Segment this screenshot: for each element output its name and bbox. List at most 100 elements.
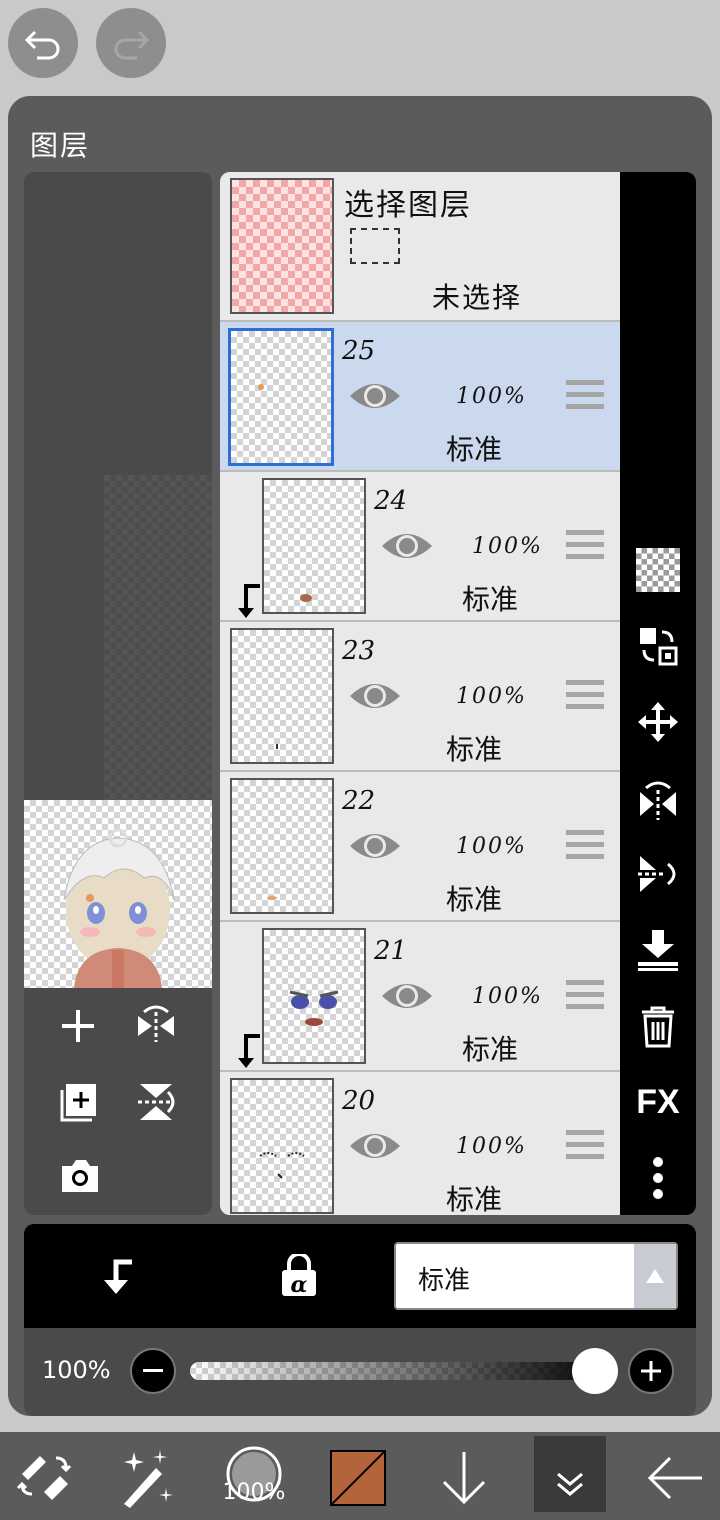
fx-button[interactable]: FX: [636, 1080, 680, 1124]
layer-row-22[interactable]: 22 100% 标准: [220, 772, 620, 922]
layer-blend-mode: 标准: [446, 733, 503, 766]
canvas-preview-column: [24, 172, 212, 1215]
more-icon: [653, 1157, 663, 1199]
drag-handle-icon[interactable]: [566, 828, 604, 862]
swap-layer-icon: [640, 628, 678, 666]
layer-opacity: 100%: [472, 984, 543, 1009]
opacity-slider-thumb[interactable]: [572, 1348, 618, 1394]
layer-name: 22: [342, 786, 376, 816]
opacity-decrease-button[interactable]: [130, 1348, 176, 1394]
transparency-button[interactable]: [636, 548, 680, 592]
layer-row-23[interactable]: 23 100% 标准: [220, 622, 620, 772]
selection-layer-row[interactable]: 选择图层 未选择: [220, 172, 620, 322]
canvas-preview[interactable]: [24, 800, 212, 988]
blend-mode-value: 标准: [418, 1266, 471, 1296]
magic-wand-button[interactable]: [116, 1448, 176, 1508]
camera-button[interactable]: [58, 1156, 102, 1196]
layer-thumbnail: [230, 778, 334, 914]
layer-row-20[interactable]: 20 100% 标准: [220, 1072, 620, 1215]
alpha-lock-icon: α: [282, 1252, 316, 1298]
layer-name: 23: [342, 636, 376, 666]
duplicate-icon: [60, 1084, 96, 1122]
undo-icon: [24, 30, 60, 60]
add-layer-button[interactable]: [58, 1006, 98, 1046]
visibility-eye-icon[interactable]: [348, 678, 402, 714]
visibility-eye-icon[interactable]: [348, 1128, 402, 1164]
flip-layer-vertical-button[interactable]: [134, 1080, 178, 1124]
layer-thumbnail: [262, 478, 366, 614]
layer-row-25[interactable]: 25 100% 标准: [220, 322, 620, 472]
selection-layer-thumbnail: [230, 178, 334, 314]
panel-title: 图层: [30, 129, 91, 162]
move-button[interactable]: [636, 700, 680, 744]
character-preview-image: [63, 828, 175, 988]
canvas-preview-backdrop: [104, 475, 212, 800]
color-swatch-button[interactable]: [330, 1450, 386, 1506]
flip-vertical-icon: [138, 1084, 175, 1120]
layer-name: 24: [374, 486, 408, 516]
layer-opacity: 100%: [456, 384, 527, 409]
layer-opacity: 100%: [456, 684, 527, 709]
clipping-button[interactable]: [96, 1254, 138, 1296]
layer-tools-sidebar: [620, 172, 696, 1215]
flip-horizontal-button[interactable]: [636, 778, 680, 822]
back-button[interactable]: [646, 1452, 704, 1504]
more-options-button[interactable]: [636, 1156, 680, 1200]
collapse-panel-button[interactable]: [534, 1436, 606, 1512]
swap-layer-button[interactable]: [636, 624, 680, 668]
layer-thumbnail-content: [276, 744, 278, 749]
redo-button[interactable]: [96, 8, 166, 78]
layer-thumbnail-content: [259, 1152, 305, 1179]
undo-button[interactable]: [8, 8, 78, 78]
scroll-down-button[interactable]: [440, 1448, 488, 1508]
checker-icon: [636, 548, 680, 592]
merge-down-button[interactable]: [636, 928, 680, 972]
blend-mode-toggle[interactable]: [634, 1244, 676, 1308]
opacity-increase-button[interactable]: [628, 1348, 674, 1394]
opacity-slider-track[interactable]: [190, 1362, 610, 1380]
drag-handle-icon[interactable]: [566, 378, 604, 412]
layer-thumbnail-content: [258, 384, 264, 390]
drag-handle-icon[interactable]: [566, 528, 604, 562]
drag-handle-icon[interactable]: [566, 978, 604, 1012]
drag-handle-icon[interactable]: [566, 678, 604, 712]
arrow-left-icon: [647, 1456, 702, 1500]
selection-layer-status: 未选择: [432, 281, 523, 314]
tool-switch-button[interactable]: [16, 1448, 72, 1504]
visibility-eye-icon[interactable]: [348, 378, 402, 414]
svg-text:α: α: [291, 1272, 308, 1298]
layer-row-21[interactable]: 21 100% 标准: [220, 922, 620, 1072]
blend-mode-select[interactable]: 标准: [394, 1242, 678, 1310]
drag-handle-icon[interactable]: [566, 1128, 604, 1162]
layer-thumbnail: [230, 1078, 334, 1214]
brush-size-label: 100%: [222, 1480, 286, 1505]
camera-icon: [62, 1160, 98, 1192]
opacity-label: 100%: [42, 1356, 111, 1384]
layer-name: 21: [374, 936, 408, 966]
layer-thumbnail: [262, 928, 366, 1064]
layer-list[interactable]: 选择图层 未选择 25 100% 标准 24 100% 标准 23 100% 标…: [220, 172, 620, 1215]
redo-icon: [114, 30, 150, 60]
flip-layer-horizontal-button[interactable]: [134, 1004, 178, 1048]
flip-vertical-button[interactable]: [636, 852, 680, 896]
visibility-eye-icon[interactable]: [380, 978, 434, 1014]
visibility-eye-icon[interactable]: [380, 528, 434, 564]
alpha-lock-button[interactable]: α: [278, 1252, 320, 1298]
merge-down-icon: [638, 930, 678, 971]
layer-blend-mode: 标准: [446, 1183, 503, 1215]
layer-thumbnail: [230, 628, 334, 764]
double-chevron-down-icon: [557, 1472, 583, 1496]
delete-layer-button[interactable]: [636, 1004, 680, 1048]
layer-thumbnail-content: [289, 990, 339, 1026]
duplicate-layer-button[interactable]: [58, 1080, 102, 1124]
flip-vertical-icon: [638, 856, 676, 892]
clipping-arrow-icon: [238, 584, 260, 618]
brush-size-button[interactable]: 100%: [220, 1446, 288, 1510]
magic-wand-icon: [124, 1450, 173, 1508]
layer-opacity: 100%: [472, 534, 543, 559]
clipping-arrow-icon: [104, 1259, 132, 1294]
layer-thumbnail: [228, 328, 334, 466]
layer-row-24[interactable]: 24 100% 标准: [220, 472, 620, 622]
selection-layer-title: 选择图层: [344, 188, 472, 223]
visibility-eye-icon[interactable]: [348, 828, 402, 864]
